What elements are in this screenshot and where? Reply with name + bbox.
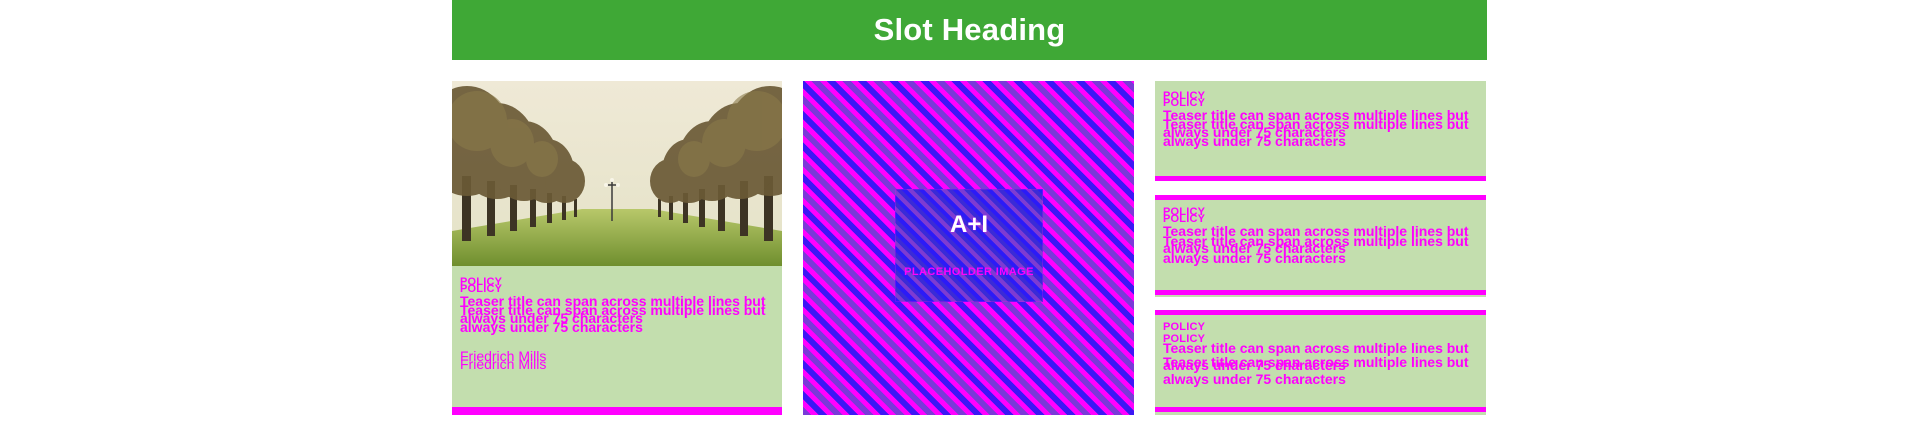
teaser-card-with-image[interactable]: POLICY POLICY Teaser title can span acro… (452, 81, 782, 415)
slot-header: Slot Heading (452, 0, 1487, 60)
card-top-bar (1155, 310, 1486, 315)
teaser-title-overlap[interactable]: Teaser title can span across multiple li… (1163, 116, 1483, 150)
teaser-photo[interactable] (452, 81, 782, 266)
placeholder-logo: A+I (949, 211, 988, 238)
card-bottom-bar (452, 407, 782, 415)
teaser-card-small[interactable]: POLICY POLICY Teaser title can span acro… (1155, 310, 1486, 415)
card-bottom-bar (1155, 290, 1486, 295)
teaser-author-overlap[interactable]: Friedrich Mills (460, 357, 546, 371)
content-slot: Slot Heading POLICY POLICY Teaser title … (452, 0, 1487, 422)
placeholder-image-box: A+I PLACEHOLDER IMAGE (895, 189, 1043, 302)
placeholder-label: PLACEHOLDER IMAGE (904, 266, 1034, 278)
teaser-title-overlap[interactable]: Teaser title can span across multiple li… (1163, 233, 1483, 267)
placeholder-card[interactable]: A+I PLACEHOLDER IMAGE (803, 81, 1134, 415)
teaser-title-overlap[interactable]: Teaser title can span across multiple li… (1163, 354, 1483, 388)
teaser-title-overlap[interactable]: Teaser title can span across multiple li… (460, 302, 780, 336)
teaser-card-small[interactable]: POLICY POLICY Teaser title can span acro… (1155, 195, 1486, 297)
card-bottom-bar (1155, 176, 1486, 181)
palm-avenue-image (452, 81, 782, 266)
teaser-kicker: POLICY (1163, 321, 1206, 333)
teaser-card-small[interactable]: POLICY POLICY Teaser title can span acro… (1155, 81, 1486, 181)
card-top-bar (1155, 195, 1486, 200)
card-bottom-bar (1155, 407, 1486, 412)
slot-heading: Slot Heading (873, 12, 1066, 47)
